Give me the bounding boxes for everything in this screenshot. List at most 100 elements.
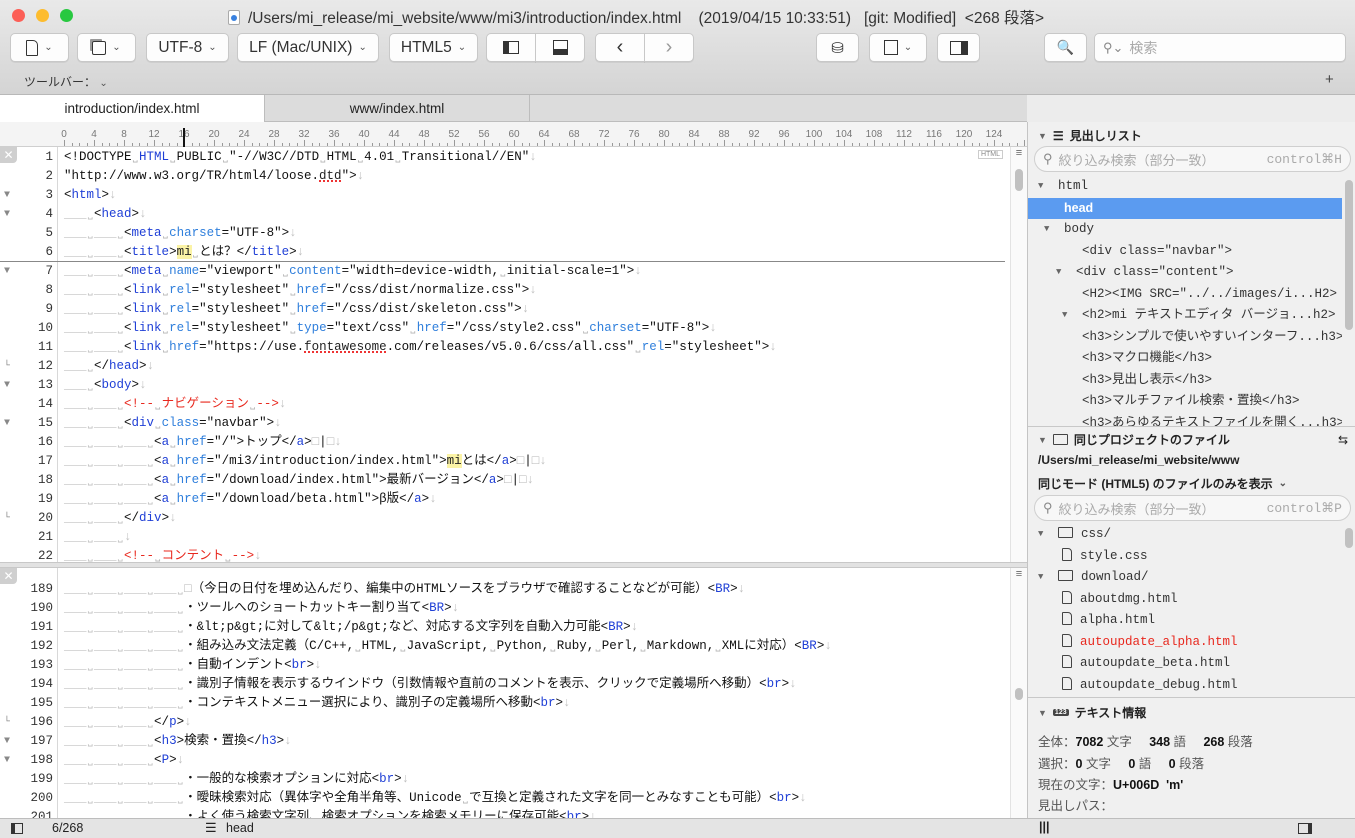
code-line[interactable]: 194 ___˽___˽___˽___˽・識別子情報を表示するウインドウ（引数情報… bbox=[0, 675, 1005, 694]
code-line[interactable]: 11 ___˽___˽<link˽href="https://use.fontaw… bbox=[0, 338, 1005, 357]
multi-file-search-button[interactable]: 🔍 bbox=[1044, 33, 1087, 62]
forward-button[interactable]: › bbox=[644, 33, 694, 62]
search-field[interactable]: ⚲⌄ 検索 bbox=[1094, 33, 1346, 62]
fold-triangle-icon[interactable]: ▼ bbox=[4, 751, 10, 770]
tab-introduction-index[interactable]: introduction/index.html bbox=[0, 95, 265, 122]
outline-filter-input[interactable]: ⚲ 絞り込み検索（部分一致） control⌘H bbox=[1034, 146, 1351, 172]
sidebar-toggle-button[interactable] bbox=[937, 33, 980, 62]
mode-select[interactable]: HTML5 ⌄ bbox=[389, 33, 478, 62]
code-line[interactable]: 14 ___˽___˽<!--˽ナビゲーション˽-->↓ bbox=[0, 395, 1005, 414]
project-filter-input[interactable]: ⚲ 絞り込み検索（部分一致） control⌘P bbox=[1034, 495, 1351, 521]
disclosure-triangle-icon[interactable]: ▼ bbox=[1038, 524, 1043, 545]
outline-list[interactable]: ▼ html head ▼ body <div class="navbar"> ▼ <div … bbox=[1028, 176, 1342, 426]
code-line[interactable]: ▼ 197 ___˽___˽___˽<h3>検索・置換</h3>↓ bbox=[0, 732, 1005, 751]
code-line[interactable]: └ 20 ___˽___˽</div>↓ bbox=[0, 509, 1005, 528]
panel-button[interactable]: ⌄ bbox=[869, 33, 927, 62]
fold-triangle-icon[interactable]: ▼ bbox=[4, 732, 10, 751]
project-mode-filter[interactable]: 同じモード (HTML5) のファイルのみを表示 ⌄ bbox=[1038, 475, 1287, 492]
code-line[interactable]: 21 ___˽___˽↓ bbox=[0, 528, 1005, 547]
code-line[interactable]: 200 ___˽___˽___˽___˽・曖昧検索対応（異体字や全角半角等、Uni… bbox=[0, 789, 1005, 808]
code-line[interactable]: 195 ___˽___˽___˽___˽・コンテキストメニュー選択により、識別子の… bbox=[0, 694, 1005, 713]
code-line[interactable]: 5 ___˽___˽<meta˽charset="UTF-8">↓ bbox=[0, 224, 1005, 243]
code-line[interactable]: 193 ___˽___˽___˽___˽・自動インデント<br>↓ bbox=[0, 656, 1005, 675]
fold-triangle-icon[interactable]: ▼ bbox=[4, 262, 10, 281]
outline-item[interactable]: head bbox=[1028, 197, 1342, 219]
code-line[interactable]: 8 ___˽___˽<link˽rel="stylesheet"˽href="/c… bbox=[0, 281, 1005, 300]
outline-item[interactable]: <H2><IMG SRC="../../images/i...H2> bbox=[1028, 284, 1342, 305]
outline-item[interactable]: <div class="navbar"> bbox=[1028, 241, 1342, 262]
code-line[interactable]: 191 ___˽___˽___˽___˽・&lt;p&gt;に対して&lt;/p&… bbox=[0, 618, 1005, 637]
code-line[interactable]: 192 ___˽___˽___˽___˽・組み込み文法定義（C/C++,˽HTML… bbox=[0, 637, 1005, 656]
outline-item[interactable]: <h3>マクロ機能</h3> bbox=[1028, 348, 1342, 369]
scroll-thumb[interactable] bbox=[1345, 528, 1353, 548]
editor-scrollbar-bottom[interactable]: ≡ bbox=[1010, 568, 1027, 818]
file-item[interactable]: autoupdate_debug.html bbox=[1028, 675, 1342, 696]
file-item[interactable]: autoupdate_alpha.html bbox=[1028, 632, 1342, 653]
fold-triangle-icon[interactable]: ▼ bbox=[4, 414, 10, 433]
code-line[interactable]: ▼ 4 ___˽<head>↓ bbox=[0, 205, 1005, 224]
project-files-header[interactable]: ▼ 同じプロジェクトのファイル ⇆ bbox=[1038, 431, 1348, 448]
code-line[interactable]: 6 ___˽___˽<title>mi˽とは？</title>↓ bbox=[0, 243, 1005, 262]
split-horizontal-button[interactable] bbox=[535, 33, 585, 62]
zoom-window-button[interactable] bbox=[60, 9, 73, 22]
toolbar-menu[interactable]: ツールバー： ⌄ bbox=[24, 73, 108, 90]
file-item[interactable]: style.css bbox=[1028, 546, 1342, 567]
minimize-window-button[interactable] bbox=[36, 9, 49, 22]
windows-button[interactable]: ⌄ bbox=[77, 33, 136, 62]
fold-triangle-icon[interactable]: ▼ bbox=[4, 186, 10, 205]
line-ending-select[interactable]: LF (Mac/UNIX) ⌄ bbox=[237, 33, 379, 62]
code-line[interactable]: 19 ___˽___˽___˽<a˽href="/download/beta.ht… bbox=[0, 490, 1005, 509]
sync-icon[interactable]: ⇆ bbox=[1338, 433, 1348, 447]
add-button[interactable]: + bbox=[1325, 71, 1334, 88]
scroll-thumb[interactable] bbox=[1015, 688, 1023, 700]
code-line[interactable]: 189 ___˽___˽___˽___˽□（今日の日付を埋め込んだり、編集中のHT… bbox=[0, 580, 1005, 599]
outline-item[interactable]: ▼ body bbox=[1028, 219, 1342, 240]
code-line[interactable]: 16 ___˽___˽___˽<a˽href="/">トップ</a>□|□↓ bbox=[0, 433, 1005, 452]
fold-triangle-icon[interactable]: ▼ bbox=[4, 376, 10, 395]
code-line[interactable]: └ 196 ___˽___˽___˽</p>↓ bbox=[0, 713, 1005, 732]
encoding-select[interactable]: UTF-8 ⌄ bbox=[146, 33, 229, 62]
outline-item[interactable]: ▼ <div class="content"> bbox=[1028, 262, 1342, 283]
project-file-list[interactable]: ▼ css/style.css ▼ download/aboutdmg.html alp… bbox=[1028, 524, 1342, 696]
text-info-header[interactable]: ▼ 123 テキスト情報 bbox=[1038, 704, 1146, 721]
split-handle-icon[interactable]: ≡ bbox=[1011, 568, 1027, 580]
code-line[interactable]: 190 ___˽___˽___˽___˽・ツールへのショートカットキー割り当て<B… bbox=[0, 599, 1005, 618]
editor-pane-bottom[interactable]: ✕ 189 ___˽___˽___˽___˽□（今日の日付を埋め込んだり、編集中の… bbox=[0, 568, 1027, 818]
code-line[interactable]: 201 ___˽___˽___˽___˽・よく使う検索文字列、検索オプションを検索… bbox=[0, 808, 1005, 818]
editor-pane-top[interactable]: ✕ 1 <!DOCTYPE˽HTML˽PUBLIC˽"-//W3C//DTD˽HT… bbox=[0, 147, 1027, 562]
scroll-thumb[interactable] bbox=[1345, 180, 1353, 330]
outline-item[interactable]: ▼ html bbox=[1028, 176, 1342, 197]
disclosure-triangle-icon[interactable]: ▼ bbox=[1038, 708, 1047, 718]
disclosure-triangle-icon[interactable]: ▼ bbox=[1056, 262, 1061, 283]
disclosure-triangle-icon[interactable]: ▼ bbox=[1038, 131, 1047, 141]
scroll-thumb[interactable] bbox=[1015, 169, 1023, 191]
project-scrollbar[interactable] bbox=[1342, 524, 1355, 696]
code-line[interactable]: ▼ 7 ___˽___˽<meta˽name="viewport"˽content=… bbox=[0, 262, 1005, 281]
tab-www-index[interactable]: www/index.html bbox=[265, 95, 530, 122]
code-line[interactable]: 17 ___˽___˽___˽<a˽href="/mi3/introduction… bbox=[0, 452, 1005, 471]
split-handle-icon[interactable]: ≡ bbox=[1011, 147, 1027, 159]
code-line[interactable]: └ 12 ___˽</head>↓ bbox=[0, 357, 1005, 376]
disclosure-triangle-icon[interactable]: ▼ bbox=[1038, 567, 1043, 588]
file-item[interactable]: autoupdate_beta.html bbox=[1028, 653, 1342, 674]
current-heading[interactable]: head bbox=[226, 821, 254, 835]
outline-item[interactable]: <h3>シンプルで使いやすいインターフ...h3> bbox=[1028, 327, 1342, 348]
editor-scrollbar-top[interactable]: ≡ bbox=[1010, 147, 1027, 562]
file-item[interactable]: ▼ download/ bbox=[1028, 567, 1342, 588]
columns-icon[interactable]: ||| bbox=[1039, 820, 1050, 834]
disclosure-triangle-icon[interactable]: ▼ bbox=[1038, 435, 1047, 445]
code-line[interactable]: 2 "http://www.w3.org/TR/html4/loose.dtd">… bbox=[0, 167, 1005, 186]
split-vertical-button[interactable] bbox=[486, 33, 536, 62]
close-window-button[interactable] bbox=[12, 9, 25, 22]
file-item[interactable]: ▼ css/ bbox=[1028, 524, 1342, 545]
fold-triangle-icon[interactable]: ▼ bbox=[4, 205, 10, 224]
code-line[interactable]: 9 ___˽___˽<link˽rel="stylesheet"˽href="/c… bbox=[0, 300, 1005, 319]
editor[interactable]: ✕ 1 <!DOCTYPE˽HTML˽PUBLIC˽"-//W3C//DTD˽HT… bbox=[0, 147, 1027, 818]
outline-item[interactable]: <h3>あらゆるテキストファイルを開く...h3> bbox=[1028, 413, 1342, 427]
file-item[interactable]: aboutdmg.html bbox=[1028, 589, 1342, 610]
outline-item[interactable]: <h3>マルチファイル検索・置換</h3> bbox=[1028, 391, 1342, 412]
code-line[interactable]: 22 ___˽___˽<!--˽コンテント˽-->↓ bbox=[0, 547, 1005, 562]
code-line[interactable]: ▼ 198 ___˽___˽___˽<P>↓ bbox=[0, 751, 1005, 770]
sidebar-toggle-icon[interactable] bbox=[11, 823, 23, 834]
disclosure-triangle-icon[interactable]: ▼ bbox=[1044, 219, 1049, 240]
